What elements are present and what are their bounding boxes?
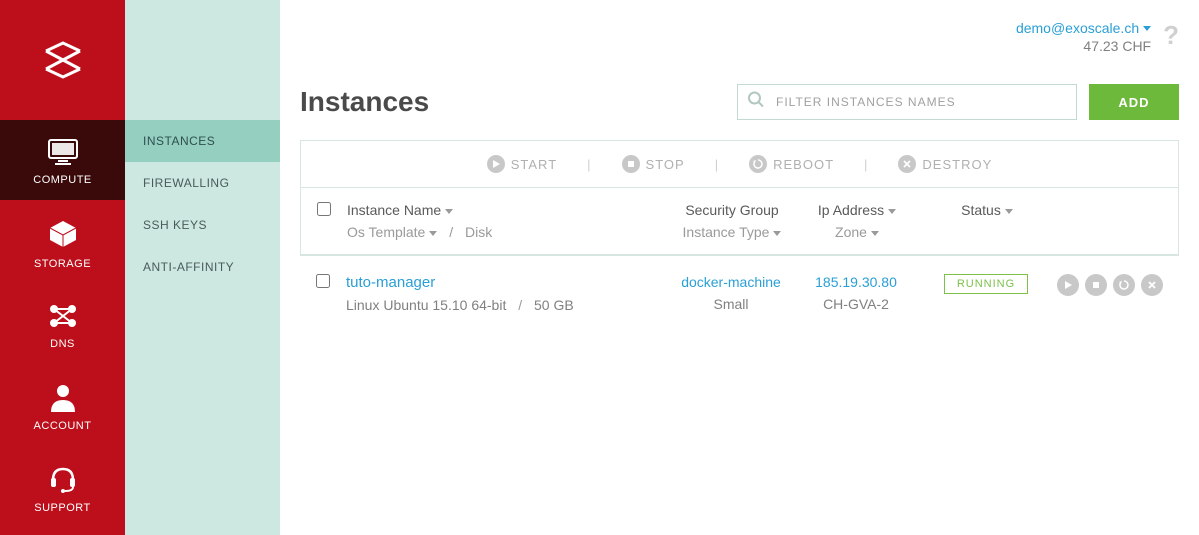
nav-account[interactable]: ACCOUNT — [0, 364, 125, 446]
chevron-down-icon — [773, 231, 781, 236]
box-icon — [47, 218, 79, 250]
nav-compute[interactable]: COMPUTE — [0, 120, 125, 200]
nav-storage[interactable]: STORAGE — [0, 200, 125, 284]
main-content: demo@exoscale.ch 47.23 CHF ? Instances A… — [280, 0, 1199, 535]
instance-type: Small — [666, 296, 796, 312]
topbar: demo@exoscale.ch 47.23 CHF ? — [300, 20, 1179, 54]
col-disk: Disk — [465, 224, 492, 240]
play-icon — [487, 155, 505, 173]
separator: | — [864, 157, 868, 172]
add-button[interactable]: ADD — [1089, 84, 1179, 120]
status-badge: RUNNING — [944, 274, 1028, 294]
nav-label: STORAGE — [34, 258, 91, 270]
row-actions — [1056, 274, 1163, 296]
user-block: demo@exoscale.ch 47.23 CHF — [1016, 20, 1151, 54]
chevron-down-icon — [1143, 26, 1151, 31]
nav-label: COMPUTE — [33, 174, 92, 186]
sub-nav: INSTANCES FIREWALLING SSH KEYS ANTI-AFFI… — [125, 0, 280, 535]
bulk-destroy[interactable]: DESTROY — [898, 155, 992, 173]
help-icon[interactable]: ? — [1163, 20, 1179, 51]
bulk-label: STOP — [646, 157, 685, 172]
row-reboot-button[interactable] — [1113, 274, 1135, 296]
chevron-down-icon — [871, 231, 879, 236]
user-email: demo@exoscale.ch — [1016, 20, 1139, 36]
separator: | — [715, 157, 719, 172]
exoscale-logo-icon — [40, 37, 86, 83]
bulk-label: DESTROY — [922, 157, 992, 172]
bulk-label: START — [511, 157, 557, 172]
bulk-start[interactable]: START — [487, 155, 557, 173]
table-row: tuto-manager Linux Ubuntu 15.10 64-bit /… — [300, 256, 1179, 331]
brand-logo[interactable] — [0, 0, 125, 120]
chevron-down-icon — [1005, 209, 1013, 214]
row-destroy-button[interactable] — [1141, 274, 1163, 296]
row-start-button[interactable] — [1057, 274, 1079, 296]
subnav-firewalling[interactable]: FIREWALLING — [125, 162, 280, 204]
ip-address-link[interactable]: 185.19.30.80 — [796, 274, 916, 290]
select-all-checkbox[interactable] — [317, 202, 331, 216]
nav-support[interactable]: SUPPORT — [0, 446, 125, 528]
main-nav: COMPUTE STORAGE DNS ACCOUNT SUPPORT — [0, 0, 125, 535]
nav-label: SUPPORT — [34, 502, 90, 514]
user-menu[interactable]: demo@exoscale.ch — [1016, 20, 1151, 38]
col-security-group: Security Group — [667, 202, 797, 218]
instances-panel: START | STOP | REBOOT | DESTROY Instance… — [300, 140, 1179, 256]
col-os-template[interactable]: Os Template — [347, 224, 437, 240]
chevron-down-icon — [888, 209, 896, 214]
header-controls: ADD — [737, 84, 1179, 120]
monitor-icon — [46, 138, 80, 166]
bulk-label: REBOOT — [773, 157, 834, 172]
separator: / — [518, 297, 522, 313]
table-header: Instance Name Os Template / Disk Securit… — [301, 188, 1178, 255]
subnav-sshkeys[interactable]: SSH KEYS — [125, 204, 280, 246]
row-checkbox[interactable] — [316, 274, 330, 288]
col-instance-name[interactable]: Instance Name — [347, 202, 667, 218]
col-ip-address[interactable]: Ip Address — [797, 202, 917, 218]
subnav-antiaffinity[interactable]: ANTI-AFFINITY — [125, 246, 280, 288]
filter-wrap — [737, 84, 1077, 120]
bulk-actions: START | STOP | REBOOT | DESTROY — [301, 141, 1178, 188]
nav-dns[interactable]: DNS — [0, 284, 125, 364]
headset-icon — [48, 464, 78, 494]
instance-zone: CH-GVA-2 — [796, 296, 916, 312]
account-balance: 47.23 CHF — [1016, 38, 1151, 54]
chevron-down-icon — [429, 231, 437, 236]
col-status[interactable]: Status — [917, 202, 1057, 218]
chevron-down-icon — [445, 209, 453, 214]
filter-input[interactable] — [737, 84, 1077, 120]
security-group-link[interactable]: docker-machine — [666, 274, 796, 290]
col-zone[interactable]: Zone — [797, 224, 917, 240]
reboot-icon — [749, 155, 767, 173]
row-stop-button[interactable] — [1085, 274, 1107, 296]
search-icon — [747, 91, 765, 114]
subnav-instances[interactable]: INSTANCES — [125, 120, 280, 162]
separator: / — [449, 224, 453, 240]
network-icon — [47, 302, 79, 330]
stop-icon — [622, 155, 640, 173]
instance-os-disk: Linux Ubuntu 15.10 64-bit / 50 GB — [346, 297, 666, 313]
col-instance-type[interactable]: Instance Type — [667, 224, 797, 240]
separator: | — [587, 157, 591, 172]
destroy-icon — [898, 155, 916, 173]
page-header: Instances ADD — [300, 84, 1179, 120]
nav-label: DNS — [50, 338, 75, 350]
instance-name-link[interactable]: tuto-manager — [346, 274, 666, 291]
page-title: Instances — [300, 86, 429, 118]
bulk-stop[interactable]: STOP — [622, 155, 685, 173]
nav-label: ACCOUNT — [34, 420, 92, 432]
user-icon — [49, 382, 77, 412]
bulk-reboot[interactable]: REBOOT — [749, 155, 834, 173]
